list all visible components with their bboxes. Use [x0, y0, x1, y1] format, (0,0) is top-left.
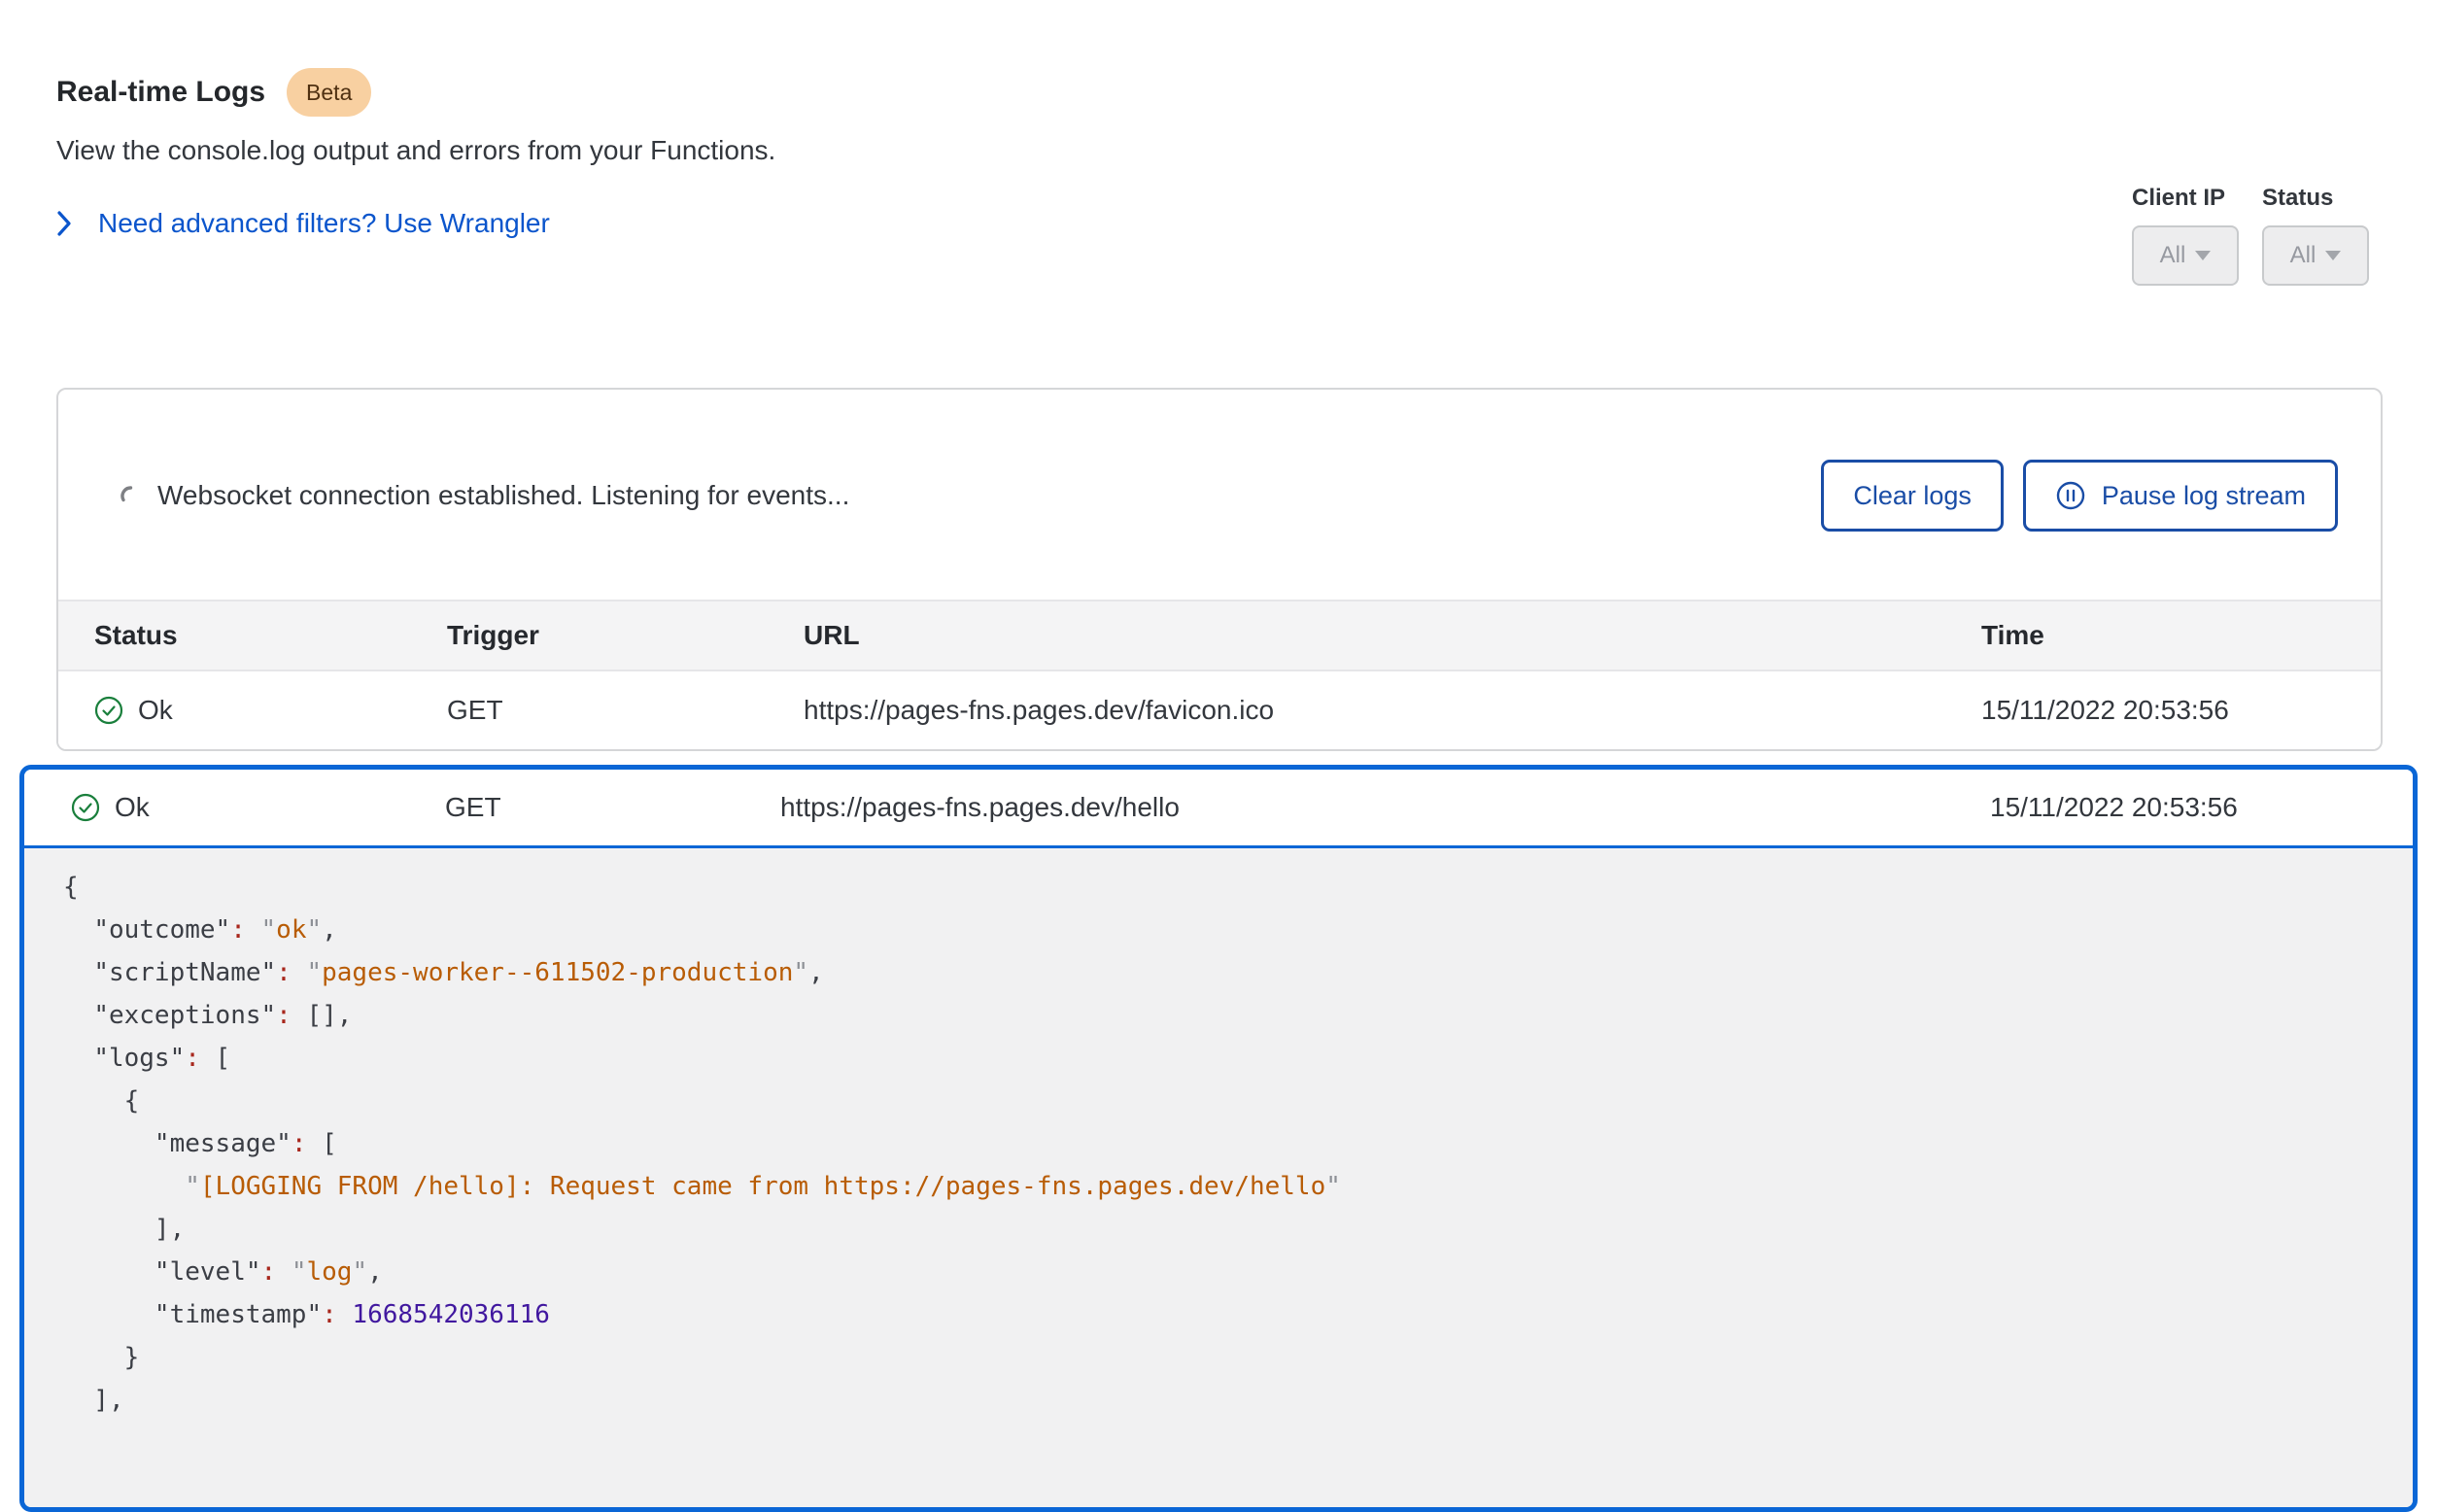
status-cell: Ok: [71, 792, 445, 823]
url-cell: https://pages-fns.pages.dev/hello: [780, 792, 1990, 823]
stream-status: Websocket connection established. Listen…: [119, 480, 849, 511]
trigger-cell: GET: [447, 695, 804, 726]
status-filter-label: Status: [2262, 185, 2369, 212]
code-line: {: [63, 1080, 2374, 1122]
trigger-cell: GET: [445, 792, 780, 823]
stream-actions: Clear logs Pause log stream: [1821, 460, 2338, 532]
stream-status-message: Websocket connection established. Listen…: [157, 480, 849, 511]
clear-logs-label: Clear logs: [1853, 481, 1972, 511]
chevron-right-icon: [56, 210, 73, 237]
realtime-logs-page: Real-time Logs Beta View the console.log…: [0, 0, 2437, 1393]
code-line: "timestamp": 1668542036116: [63, 1293, 2374, 1336]
stream-bar: Websocket connection established. Listen…: [58, 390, 2381, 600]
caret-down-icon: [2195, 251, 2211, 260]
log-detail-json: { "outcome": "ok", "scriptName": "pages-…: [24, 848, 2413, 1507]
status-filter-dropdown[interactable]: All: [2262, 225, 2369, 286]
beta-badge: Beta: [287, 68, 371, 117]
column-header-time: Time: [1981, 620, 2381, 651]
pause-log-stream-button[interactable]: Pause log stream: [2023, 460, 2338, 532]
page-title: Real-time Logs: [56, 73, 265, 112]
caret-down-icon: [2325, 251, 2341, 260]
time-cell: 15/11/2022 20:53:56: [1990, 792, 2413, 823]
client-ip-filter-value: All: [2160, 242, 2186, 269]
selected-log-row[interactable]: Ok GEThttps://pages-fns.pages.dev/hello15…: [24, 770, 2413, 848]
code-line: "message": [: [63, 1122, 2374, 1165]
column-header-status: Status: [94, 620, 447, 651]
filters: Client IP All Status All: [2132, 185, 2369, 286]
time-cell: 15/11/2022 20:53:56: [1981, 695, 2381, 726]
expanded-log-entry: Ok GEThttps://pages-fns.pages.dev/hello15…: [19, 765, 2418, 1512]
clear-logs-button[interactable]: Clear logs: [1821, 460, 2004, 532]
client-ip-filter-dropdown[interactable]: All: [2132, 225, 2239, 286]
code-line: }: [63, 1336, 2374, 1379]
logs-panel: Websocket connection established. Listen…: [56, 388, 2383, 751]
page-header: Real-time Logs Beta View the console.log…: [0, 0, 2437, 242]
pause-circle-icon: [2055, 480, 2086, 511]
wrangler-link-label: Need advanced filters? Use Wrangler: [98, 206, 550, 241]
code-line: "level": "log",: [63, 1251, 2374, 1293]
status-filter-value: All: [2290, 242, 2317, 269]
client-ip-filter-label: Client IP: [2132, 185, 2239, 212]
client-ip-filter: Client IP All: [2132, 185, 2239, 286]
code-line: "logs": [: [63, 1037, 2374, 1080]
code-line: "[LOGGING FROM /hello]: Request came fro…: [63, 1165, 2374, 1208]
title-row: Real-time Logs Beta: [56, 68, 2381, 117]
status-label: Ok: [115, 792, 150, 823]
ok-status-icon: [94, 696, 123, 725]
pause-log-stream-label: Pause log stream: [2102, 481, 2306, 511]
code-line: {: [63, 866, 2374, 909]
log-table-header: StatusTriggerURLTime: [58, 600, 2381, 671]
page-description: View the console.log output and errors f…: [56, 134, 2381, 167]
log-table-row[interactable]: Ok GEThttps://pages-fns.pages.dev/favicon…: [58, 671, 2381, 749]
code-line: ],: [63, 1208, 2374, 1251]
column-header-trigger: Trigger: [447, 620, 804, 651]
url-cell: https://pages-fns.pages.dev/favicon.ico: [804, 695, 1981, 726]
status-filter: Status All: [2262, 185, 2369, 286]
code-line: "exceptions": [],: [63, 994, 2374, 1037]
code-line: "scriptName": "pages-worker--611502-prod…: [63, 951, 2374, 994]
column-header-url: URL: [804, 620, 1981, 651]
wrangler-link[interactable]: Need advanced filters? Use Wrangler: [56, 206, 550, 241]
spinner-icon: [119, 484, 142, 507]
code-line: "outcome": "ok",: [63, 909, 2374, 951]
code-line: ],: [63, 1379, 2374, 1422]
status-label: Ok: [138, 695, 173, 726]
log-table-body: Ok GEThttps://pages-fns.pages.dev/favicon…: [58, 671, 2381, 749]
status-cell: Ok: [94, 695, 447, 726]
ok-status-icon: [71, 793, 100, 822]
